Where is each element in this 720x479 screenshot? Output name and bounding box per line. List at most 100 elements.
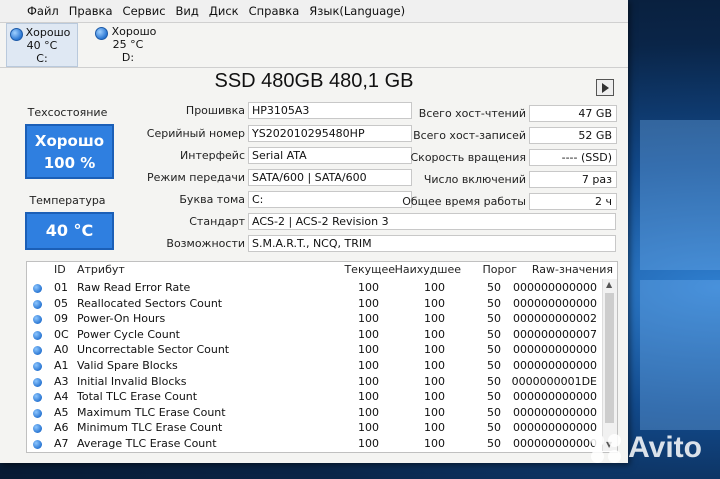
power-count-label: Число включений [423,173,526,186]
smart-id: 09 [54,312,68,326]
smart-current: 100 [358,390,379,404]
scroll-up-icon[interactable]: ▲ [606,280,612,289]
table-row[interactable]: A6 Minimum TLC Erase Count 100 100 50 0000000… [27,420,601,436]
smart-id: A5 [54,405,69,419]
menu-disk[interactable]: Диск [204,4,244,18]
power-hours-field: 2 ч [529,193,617,210]
col-raw-header[interactable]: Raw-значения [532,263,613,276]
table-row[interactable]: A5 Maximum TLC Erase Count 100 100 50 0000000… [27,405,601,421]
next-disk-button[interactable] [596,79,614,96]
smart-worst: 100 [424,327,445,341]
smart-attribute: Power-On Hours [77,312,166,326]
smart-worst: 100 [424,421,445,435]
host-reads-field: 47 GB [529,105,617,122]
table-row[interactable]: 01 Raw Read Error Rate 100 100 50 00000000000… [27,280,601,296]
smart-id: 05 [54,296,68,310]
table-row[interactable]: A3 Initial Invalid Blocks 100 100 50 00000000… [27,374,601,390]
smart-attribute: Valid Spare Blocks [77,359,178,372]
smart-worst: 100 [424,359,445,372]
smart-threshold: 50 [487,359,501,372]
transfer-label: Режим передачи [147,171,245,184]
col-worst-header[interactable]: Наихудшее [395,263,461,276]
smart-threshold: 50 [487,343,501,357]
smart-attribute: Reallocated Sectors Count [77,296,223,310]
table-row[interactable]: 0C Power Cycle Count 100 100 50 000000000007 [27,327,601,343]
host-reads-label: Всего хост-чтений [418,107,526,120]
smart-attribute: Raw Read Error Rate [77,281,191,294]
drive-d-button[interactable]: Хорошо 25 °C D: [92,23,164,67]
smart-threshold: 50 [487,296,501,310]
smart-worst: 100 [424,296,445,310]
smart-current: 100 [358,281,379,294]
smart-attribute: Power Cycle Count [77,327,180,341]
smart-raw: 000000000000 [513,359,597,372]
smart-current: 100 [358,359,379,372]
menu-language[interactable]: Язык(Language) [304,4,410,18]
smart-worst: 100 [424,312,445,326]
menu-service[interactable]: Сервис [118,4,171,18]
status-good-icon [33,330,42,340]
host-writes-field: 52 GB [529,127,617,144]
menu-view[interactable]: Вид [171,4,204,18]
smart-current: 100 [358,405,379,419]
smart-attribute: Uncorrectable Sector Count [77,343,230,357]
smart-current: 100 [358,343,379,357]
host-writes-label: Всего хост-записей [413,129,526,142]
col-threshold-header[interactable]: Порог [483,263,518,276]
smart-current: 100 [358,312,379,326]
status-good-icon [33,315,42,325]
col-id-header[interactable]: ID [54,263,66,276]
menu-help[interactable]: Справка [244,4,305,18]
smart-threshold: 50 [487,437,501,450]
table-row[interactable]: 05 Reallocated Sectors Count 100 100 50 00000… [27,296,601,312]
smart-table[interactable]: ID Атрибут Текущее Наихудшее Порог Raw-з… [26,261,618,453]
smart-current: 100 [358,437,379,450]
power-count-field: 7 раз [529,171,617,188]
smart-worst: 100 [424,374,445,388]
col-current-header[interactable]: Текущее [344,263,395,276]
table-row[interactable]: A7 Average TLC Erase Count 100 100 50 0000000… [27,436,601,452]
smart-raw: 000000000000 [513,437,597,450]
smart-raw: 000000000000 [513,421,597,435]
smart-current: 100 [358,327,379,341]
smart-worst: 100 [424,405,445,419]
drive-temp: 40 °C [26,39,58,52]
col-attribute-header[interactable]: Атрибут [77,263,125,276]
smart-current: 100 [358,421,379,435]
smart-raw: 000000000000 [513,390,597,404]
serial-label: Серийный номер [146,127,245,140]
table-row[interactable]: A0 Uncorrectable Sector Count 100 100 50 0000… [27,342,601,358]
drive-c-button[interactable]: Хорошо 40 °C C: [6,23,78,67]
menu-bar: Файл Правка Сервис Вид Диск Справка Язык… [0,0,628,23]
status-good-icon [95,27,108,40]
smart-threshold: 50 [487,281,501,294]
smart-attribute: Maximum TLC Erase Count [77,405,226,419]
features-label: Возможности [166,237,245,250]
volume-field: C: [248,191,412,208]
smart-table-header: ID Атрибут Текущее Наихудшее Порог Raw-з… [27,262,617,279]
smart-worst: 100 [424,390,445,404]
smart-raw: 000000000000 [513,343,597,357]
smart-raw: 000000000000 [513,296,597,310]
scrollbar-thumb[interactable] [605,293,614,423]
smart-worst: 100 [424,437,445,450]
temperature-value: 40 °C [25,212,114,250]
health-percent: 100 % [43,154,96,172]
avito-watermark: Avito [591,431,702,465]
rotation-label: Скорость вращения [410,151,527,164]
temperature-label: Температура [29,194,106,207]
table-row[interactable]: A4 Total TLC Erase Count 100 100 50 000000000… [27,389,601,405]
table-row[interactable]: 09 Power-On Hours 100 100 50 000000000002 [27,311,601,327]
menu-edit[interactable]: Правка [64,4,118,18]
drive-letter: C: [36,52,48,65]
menu-file[interactable]: Файл [0,4,64,18]
smart-worst: 100 [424,281,445,294]
smart-id: 0C [54,327,69,341]
volume-label: Буква тома [179,193,245,206]
smart-id: A0 [54,343,69,357]
health-status-button[interactable]: Хорошо 100 % [25,124,114,179]
table-row[interactable]: A1 Valid Spare Blocks 100 100 50 000000000000 [27,358,601,374]
standard-field: ACS-2 | ACS-2 Revision 3 [248,213,616,230]
status-good-icon [33,408,42,418]
smart-table-scrollbar[interactable]: ▲ ▼ [602,279,617,451]
